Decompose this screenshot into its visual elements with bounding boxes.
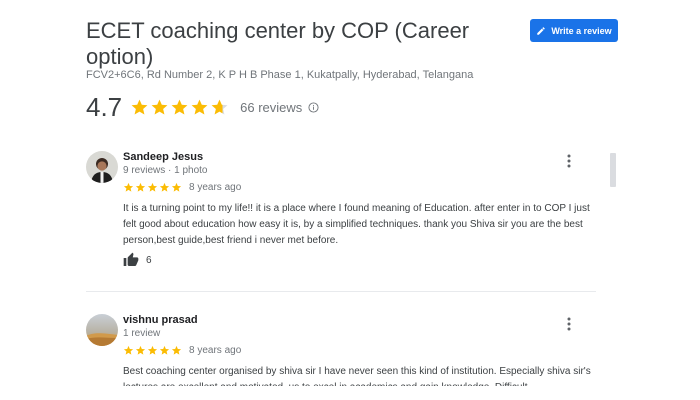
star-icon (159, 182, 170, 192)
edit-pencil-icon (536, 26, 551, 36)
reviewer-name[interactable]: vishnu prasad (123, 314, 198, 326)
review-star-rating (123, 345, 183, 356)
star-icon (171, 182, 182, 192)
review-item: vishnu prasad 1 review 8 years ago Best … (86, 314, 596, 394)
star-icon (131, 99, 148, 115)
review-divider (86, 291, 596, 292)
viewport-cutoff (0, 386, 700, 400)
scrollbar-thumb[interactable] (610, 153, 616, 187)
review-date: 8 years ago (189, 345, 242, 356)
review-stars: 8 years ago (123, 345, 241, 356)
review-stars: 8 years ago (123, 182, 241, 193)
star-icon (147, 182, 158, 192)
star-icon (135, 182, 146, 192)
reviewer-meta: 9 reviews · 1 photo (123, 165, 208, 176)
like-button[interactable]: 6 (123, 252, 152, 268)
review-date: 8 years ago (189, 182, 242, 193)
like-count: 6 (146, 254, 152, 266)
reviewer-avatar[interactable] (86, 314, 118, 346)
star-icon (171, 99, 188, 115)
rating-summary: 4.7 66 reviews (86, 92, 319, 122)
star-icon (147, 345, 158, 355)
info-icon[interactable] (308, 101, 319, 113)
star-icon (159, 345, 170, 355)
reviewer-avatar[interactable] (86, 151, 118, 183)
star-icon (123, 345, 134, 355)
star-icon (211, 99, 228, 115)
star-icon (191, 99, 208, 115)
star-icon (171, 345, 182, 355)
more-options-icon[interactable] (564, 153, 574, 169)
thumbs-up-icon (123, 252, 139, 268)
review-star-rating (123, 182, 183, 193)
reviewer-name[interactable]: Sandeep Jesus (123, 151, 203, 163)
reviewer-meta: 1 review (123, 328, 161, 339)
star-icon (123, 182, 134, 192)
more-options-icon[interactable] (564, 316, 574, 332)
place-title: ECET coaching center by COP (Career opti… (86, 18, 470, 69)
star-icon (151, 99, 168, 115)
review-text: It is a turning point to my life!! it is… (123, 203, 590, 246)
place-address: FCV2+6C6, Rd Number 2, K P H B Phase 1, … (86, 69, 474, 81)
write-review-button[interactable]: Write a review (530, 19, 618, 42)
review-item: Sandeep Jesus 9 reviews · 1 photo 8 year… (86, 151, 596, 281)
review-count-link[interactable]: 66 reviews (240, 100, 302, 115)
write-review-label: Write a review (551, 25, 612, 36)
rating-stars (130, 98, 230, 117)
star-icon (135, 345, 146, 355)
rating-value: 4.7 (86, 91, 123, 122)
